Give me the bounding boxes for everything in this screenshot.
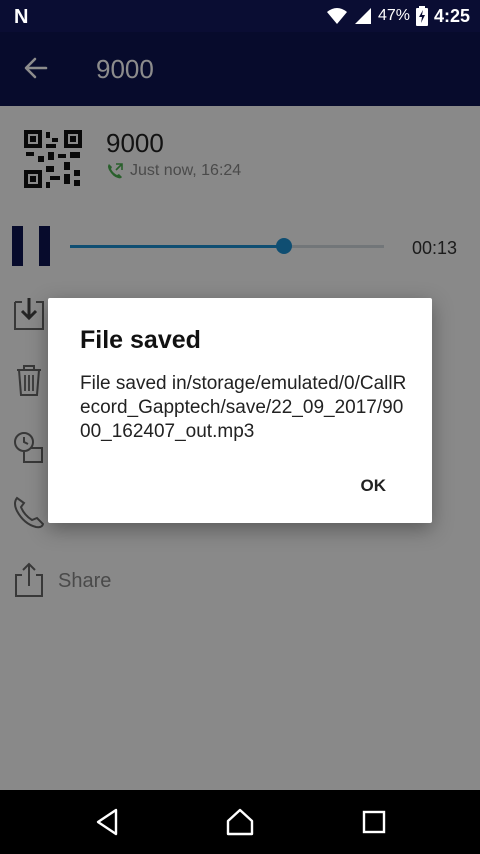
battery-percent: 47% [377,7,410,24]
dialog-title: File saved [80,326,201,354]
file-saved-dialog: File saved File saved in/storage/emulate… [48,298,432,523]
notification-icon: N [14,6,29,28]
home-nav-icon[interactable] [224,806,256,838]
navigation-bar [0,790,480,854]
wifi-icon [326,8,347,24]
signal-icon [354,8,371,24]
clock: 4:25 [433,5,470,26]
recents-nav-icon[interactable] [358,806,390,838]
status-bar: N 47% 4:25 [0,0,480,32]
back-nav-icon[interactable] [92,806,124,838]
battery-charging-icon [415,6,428,26]
ok-button[interactable]: OK [361,476,387,496]
dialog-message: File saved in/storage/emulated/0/CallRec… [80,373,407,442]
